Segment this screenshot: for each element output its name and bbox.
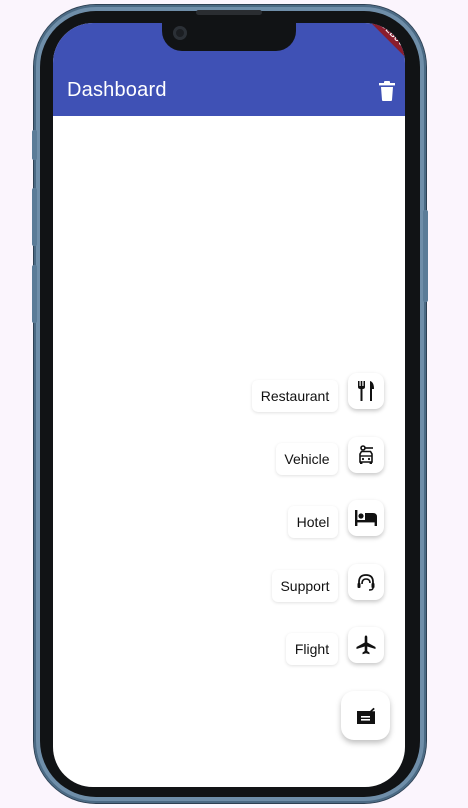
vehicle-icon [359, 445, 373, 464]
debug-banner: DEBUG [359, 23, 405, 69]
debug-banner-clip: DEBUG [345, 23, 405, 83]
hotel-icon [355, 510, 377, 526]
speed-dial-label-hotel[interactable]: Hotel [288, 506, 338, 538]
volume-up-button [32, 188, 37, 246]
speed-dial-support-button[interactable] [348, 564, 384, 600]
front-camera [173, 26, 187, 40]
speed-dial-hotel-button[interactable] [348, 500, 384, 536]
volume-down-button [32, 265, 37, 323]
dashboard-card-icon [356, 707, 375, 724]
flight-icon [356, 635, 376, 655]
speed-dial-label-flight[interactable]: Flight [286, 633, 338, 665]
speed-dial-restaurant-button[interactable] [348, 373, 384, 409]
restaurant-icon [358, 381, 374, 401]
support-icon [357, 574, 375, 591]
page-title: Dashboard [67, 79, 167, 101]
mute-switch [32, 130, 37, 160]
speed-dial-flight-button[interactable] [348, 627, 384, 663]
phone-speaker [196, 10, 262, 15]
delete-icon [379, 81, 395, 101]
speed-dial-label-support[interactable]: Support [272, 570, 338, 602]
speed-dial-toggle-button[interactable] [341, 691, 390, 740]
speed-dial-label-restaurant[interactable]: Restaurant [252, 380, 338, 412]
power-button [423, 210, 428, 302]
speed-dial-label-vehicle[interactable]: Vehicle [276, 443, 338, 475]
speed-dial-vehicle-button[interactable] [348, 437, 384, 473]
